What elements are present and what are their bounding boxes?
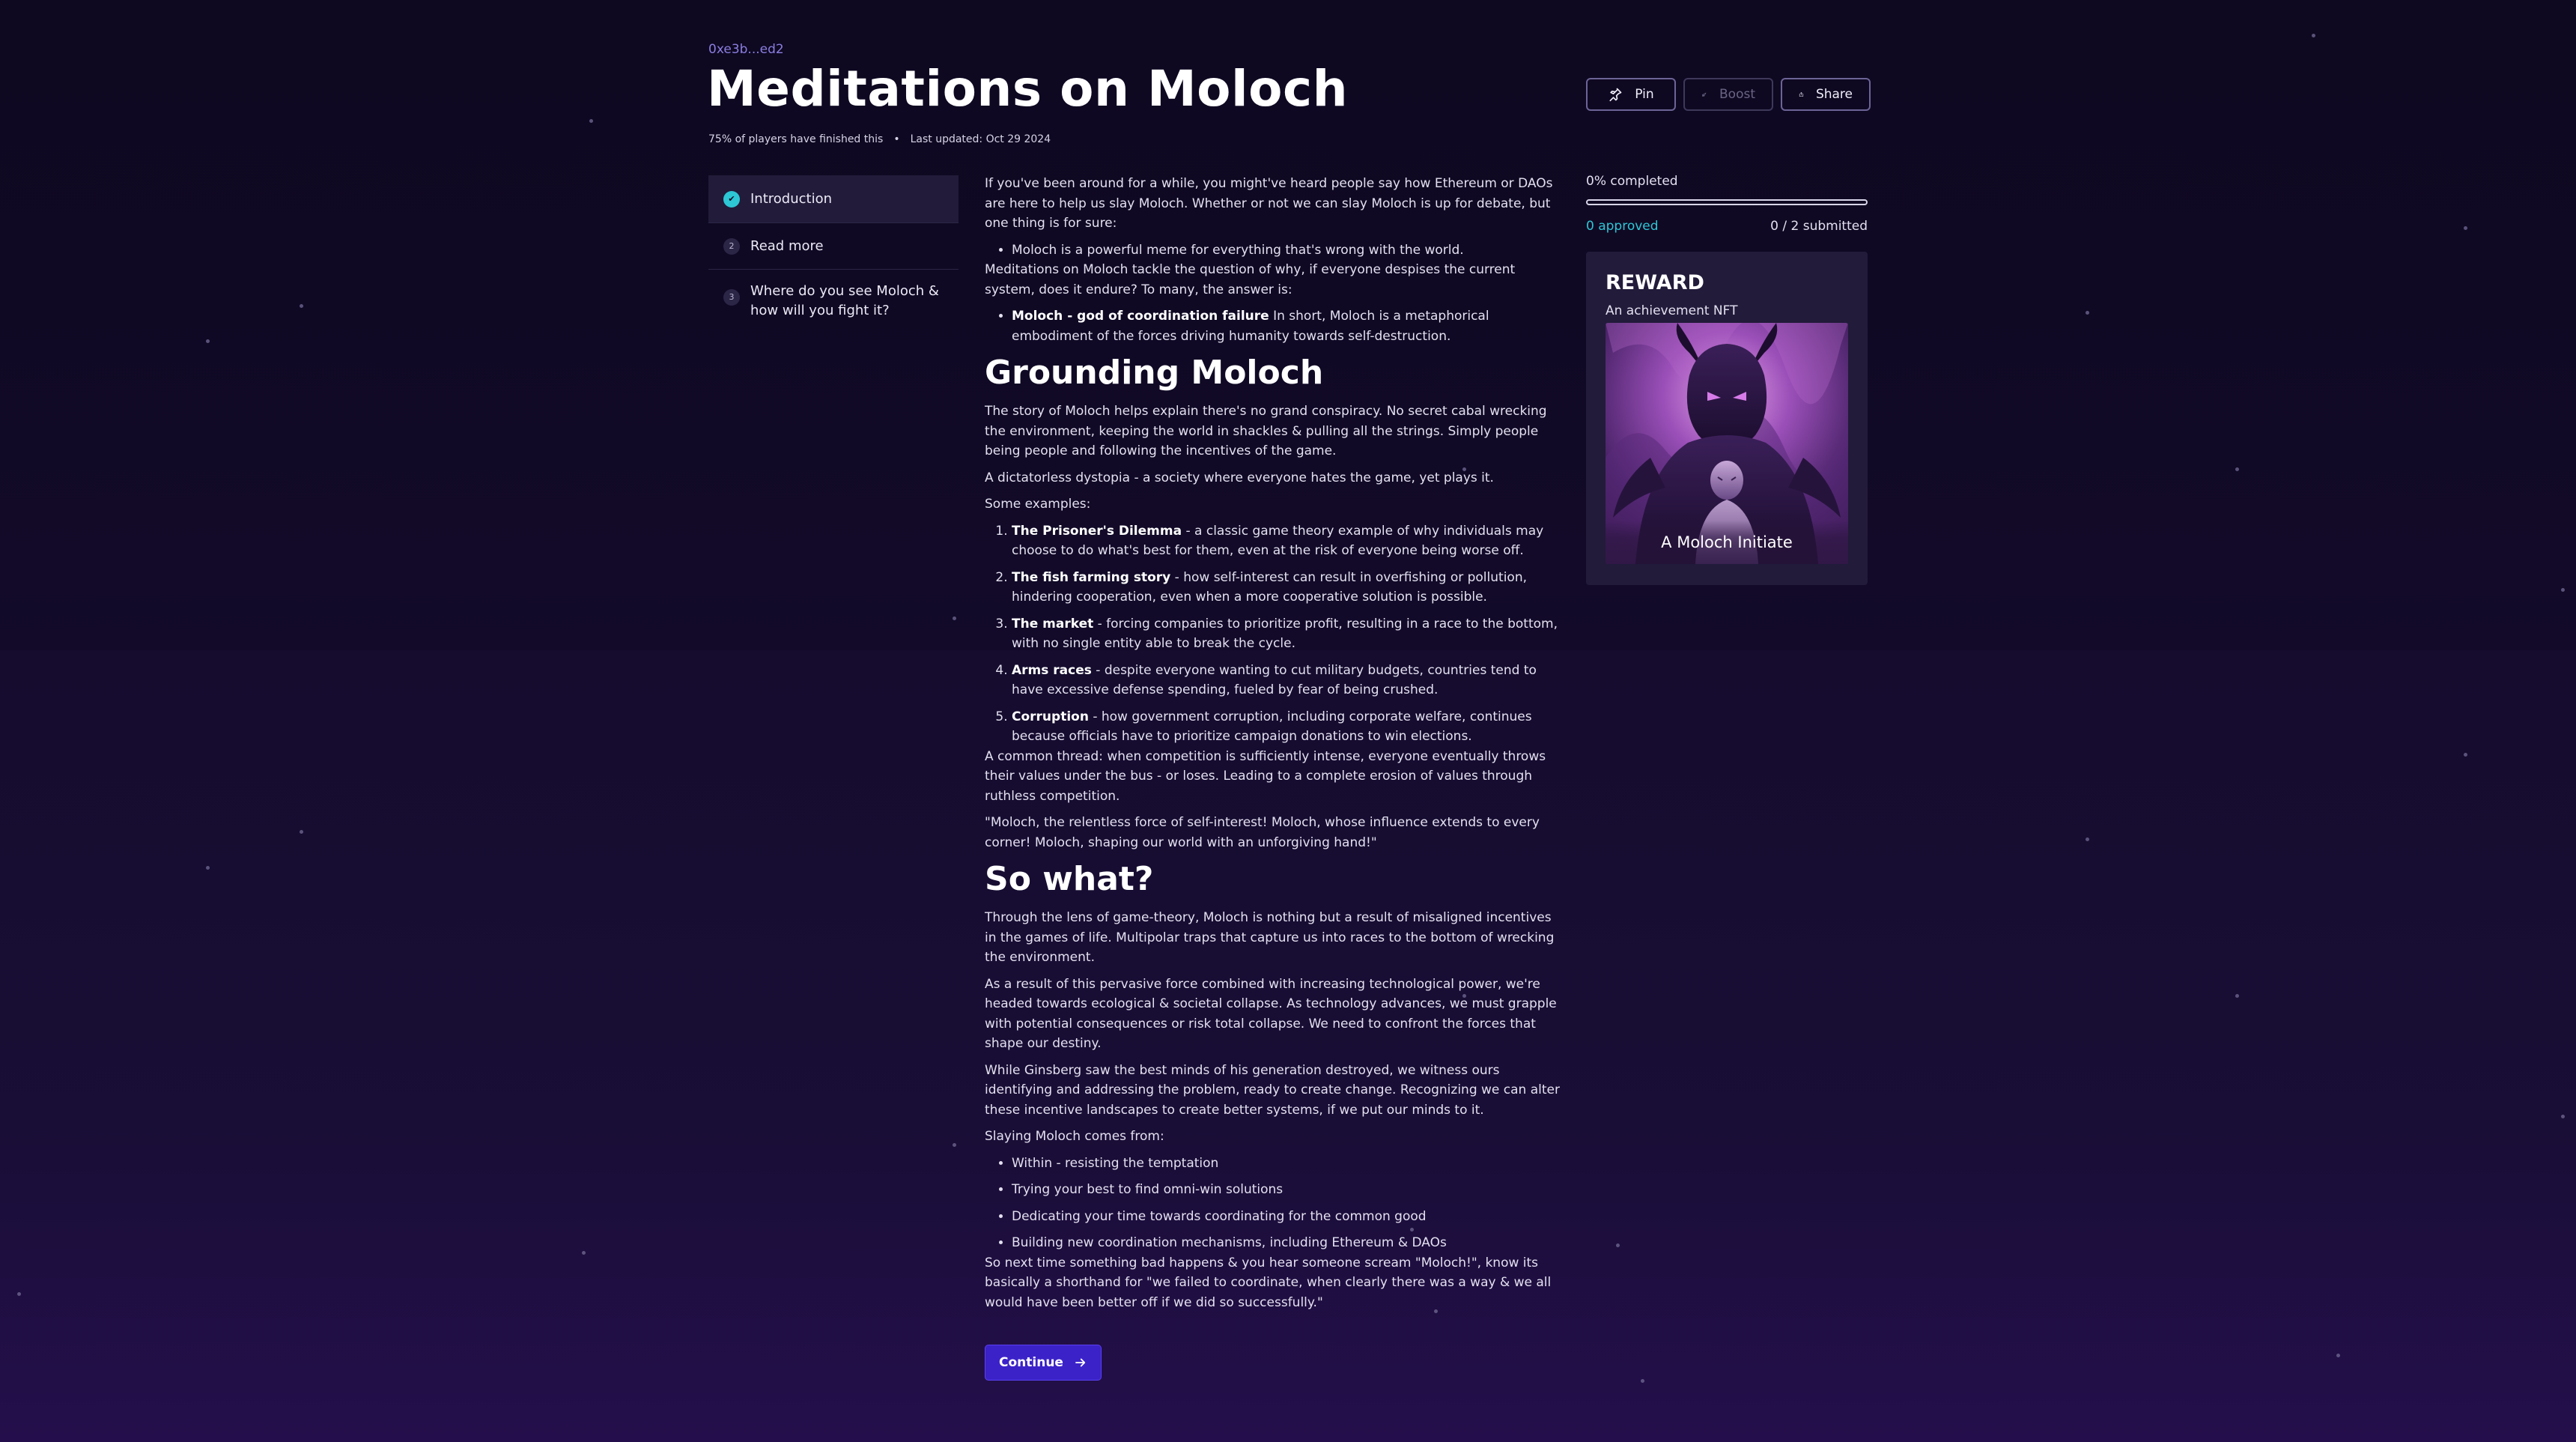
bold-term: The fish farming story [1012, 569, 1171, 585]
list-item-text: - forcing companies to prioritize profit… [1012, 616, 1558, 652]
meta-separator: • [893, 133, 900, 145]
star [300, 830, 303, 834]
last-updated: Last updated: Oct 29 2024 [910, 133, 1051, 145]
bullet-list: Within - resisting the temptation Trying… [985, 1154, 1561, 1253]
star [2086, 311, 2089, 315]
submission-stats: 0 approved 0 / 2 submitted [1586, 219, 1868, 234]
star [206, 866, 210, 870]
toc-item-label: Read more [750, 238, 824, 254]
share-label: Share [1815, 87, 1853, 102]
share-button[interactable]: Share [1781, 78, 1871, 111]
section-heading: Grounding Moloch [985, 354, 1324, 392]
nft-caption: A Moloch Initiate [1606, 521, 1848, 564]
approved-count: 0 approved [1586, 219, 1659, 234]
bullet-list: Moloch is a powerful meme for everything… [985, 240, 1561, 261]
continue-button[interactable]: Continue [985, 1345, 1102, 1381]
star [2336, 1354, 2340, 1357]
list-item: Dedicating your time towards coordinatin… [1012, 1207, 1561, 1227]
star [2235, 994, 2239, 998]
star [582, 1251, 586, 1255]
bold-term: Corruption [1012, 709, 1089, 724]
reward-card: REWARD An achievement NFT A Moloch Initi… [1586, 252, 1868, 585]
bold-term: The market [1012, 616, 1094, 631]
quote-paragraph: "Moloch, the relentless force of self-in… [985, 815, 1540, 850]
quest-meta: 75% of players have finished this • Last u… [708, 133, 1051, 145]
star [300, 304, 303, 308]
step-number-badge: 3 [723, 289, 740, 306]
star [2464, 753, 2467, 757]
bold-term: Arms races [1012, 662, 1092, 678]
toc-item-fight-moloch[interactable]: 3 Where do you see Moloch & how will you… [708, 270, 959, 321]
star [206, 339, 210, 343]
progress-bar [1586, 199, 1868, 205]
star [2235, 467, 2239, 471]
paragraph: Some examples: [985, 497, 1091, 512]
list-item: Building new coordination mechanisms, in… [1012, 1233, 1561, 1253]
completion-stat: 75% of players have finished this [708, 133, 884, 145]
star [589, 119, 593, 123]
progress-label: 0% completed [1586, 174, 1678, 189]
list-item: The market - forcing companies to priori… [1012, 614, 1561, 654]
pin-label: Pin [1635, 87, 1654, 102]
reward-title: REWARD [1606, 271, 1704, 294]
star [953, 1143, 956, 1147]
pin-icon [1609, 88, 1622, 102]
list-item: Arms races - despite everyone wanting to… [1012, 661, 1561, 700]
nft-image: A Moloch Initiate [1606, 323, 1848, 564]
bullet-list: Moloch - god of coordination failure In … [985, 306, 1561, 346]
toc-item-label: Where do you see Moloch & how will you f… [750, 283, 939, 318]
check-icon: ✔ [723, 190, 740, 207]
paragraph: If you've been around for a while, you m… [985, 176, 1553, 231]
continue-label: Continue [999, 1354, 1063, 1370]
toc-item-read-more[interactable]: 2 Read more [708, 223, 959, 270]
paragraph: While Ginsberg saw the best minds of his… [985, 1062, 1560, 1118]
list-item: Moloch - god of coordination failure In … [1012, 306, 1561, 346]
star [17, 1292, 21, 1296]
article-content: If you've been around for a while, you m… [985, 174, 1561, 1381]
paragraph: So next time something bad happens & you… [985, 1255, 1552, 1310]
list-item: Moloch is a powerful meme for everything… [1012, 240, 1561, 261]
star [953, 617, 956, 620]
step-number-badge: 2 [723, 237, 740, 255]
step-navigation: ✔ Introduction 2 Read more 3 Where do yo… [708, 175, 959, 321]
paragraph: As a result of this pervasive force comb… [985, 976, 1557, 1052]
toc-item-introduction[interactable]: ✔ Introduction [708, 175, 959, 223]
paragraph: Meditations on Moloch tackle the questio… [985, 262, 1516, 297]
list-item: The Prisoner's Dilemma - a classic game … [1012, 521, 1561, 561]
boost-icon [1702, 92, 1707, 97]
star [2561, 1115, 2565, 1118]
bold-term: Moloch - god of coordination failure [1012, 309, 1269, 324]
toc-item-label: Introduction [750, 191, 833, 207]
share-icon [1799, 92, 1804, 97]
paragraph: Slaying Moloch comes from: [985, 1129, 1164, 1144]
bold-term: The Prisoner's Dilemma [1012, 523, 1182, 539]
list-item: Corruption - how government corruption, … [1012, 707, 1561, 747]
list-item: The fish farming story - how self-intere… [1012, 568, 1561, 608]
paragraph: Through the lens of game-theory, Moloch … [985, 910, 1555, 965]
submitted-count: 0 / 2 submitted [1770, 219, 1868, 234]
reward-subtitle: An achievement NFT [1606, 303, 1738, 318]
creator-address-link[interactable]: 0xe3b...ed2 [708, 42, 784, 57]
star [1641, 1379, 1644, 1383]
list-item: Within - resisting the temptation [1012, 1154, 1561, 1174]
arrow-right-icon [1075, 1358, 1086, 1367]
star [2086, 837, 2089, 841]
progress-sidebar: 0% completed 0 approved 0 / 2 submitted … [1586, 174, 1868, 585]
paragraph: A dictatorless dystopia - a society wher… [985, 470, 1494, 485]
star [2561, 588, 2565, 592]
paragraph: The story of Moloch helps explain there'… [985, 404, 1547, 458]
list-item-text: - how government corruption, including c… [1012, 709, 1532, 745]
list-item: Trying your best to find omni-win soluti… [1012, 1180, 1561, 1200]
paragraph: A common thread: when competition is suf… [985, 748, 1546, 804]
star [2312, 34, 2315, 37]
boost-button[interactable]: Boost [1683, 78, 1773, 111]
action-bar: Pin Boost Share [1586, 78, 1871, 111]
boost-label: Boost [1719, 87, 1755, 102]
star [2464, 226, 2467, 230]
star [1616, 1243, 1620, 1247]
numbered-list: The Prisoner's Dilemma - a classic game … [985, 521, 1561, 747]
page-title: Meditations on Moloch [707, 60, 1349, 118]
pin-button[interactable]: Pin [1586, 78, 1676, 111]
section-heading: So what? [985, 860, 1154, 898]
